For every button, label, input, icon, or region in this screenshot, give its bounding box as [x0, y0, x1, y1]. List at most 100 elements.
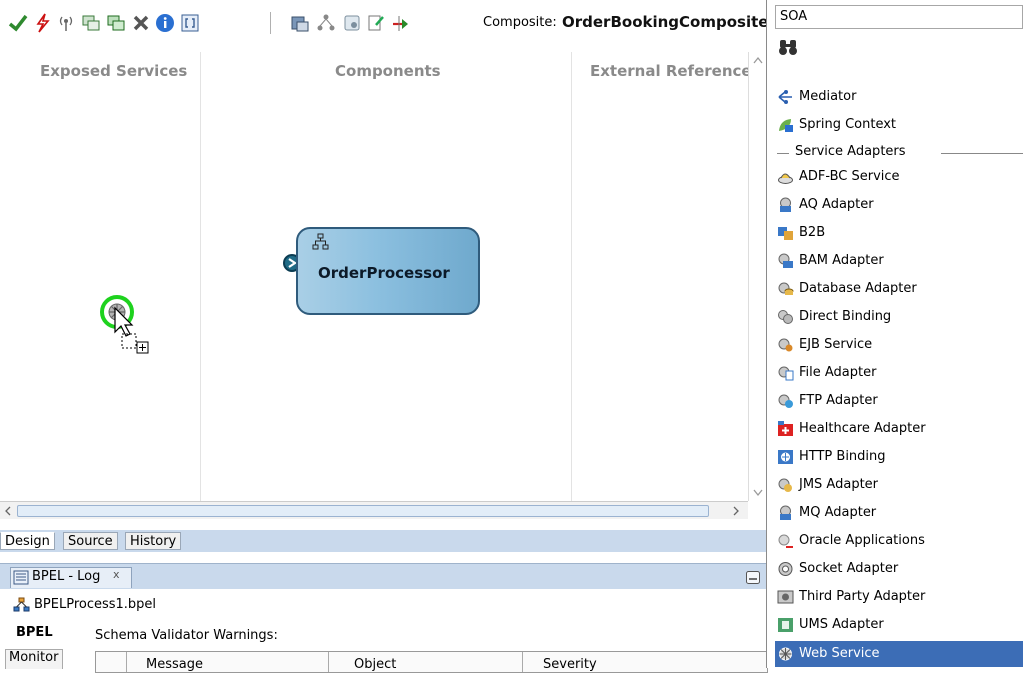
palette-item-label: BAM Adapter: [799, 253, 884, 268]
palette-item-file-adapter[interactable]: File Adapter: [775, 360, 1023, 386]
palette-item-http-binding[interactable]: HTTP Binding: [775, 444, 1023, 470]
log-tab-label: BPEL - Log: [32, 569, 101, 584]
mq-adapter-icon: [780, 505, 791, 520]
column-divider: [522, 652, 523, 672]
palette-item-mediator[interactable]: Mediator: [775, 84, 1023, 110]
palette-item-label: B2B: [799, 225, 826, 240]
palette-item-ftp-adapter[interactable]: FTP Adapter: [775, 388, 1023, 414]
palette-item-label: MQ Adapter: [799, 505, 877, 520]
palette-item-direct-binding[interactable]: Direct Binding: [775, 304, 1023, 330]
order-processor-component[interactable]: OrderProcessor: [296, 227, 480, 315]
palette-item-label: JMS Adapter: [799, 477, 879, 492]
exposed-services-lane-header: Exposed Services: [40, 62, 188, 80]
tab-source[interactable]: Source: [63, 532, 118, 550]
editor-view-tabs: Design Source History: [0, 530, 766, 552]
tab-design[interactable]: Design: [0, 532, 55, 550]
validate-check-icon[interactable]: [8, 13, 28, 33]
tab-bpel-log[interactable]: BPEL - Log x: [10, 567, 132, 588]
aq-adapter-icon: [780, 197, 791, 212]
palette-item-label: File Adapter: [799, 365, 877, 380]
section-label: Service Adapters: [795, 144, 906, 159]
palette-item-database-adapter[interactable]: Database Adapter: [775, 276, 1023, 302]
warnings-table-header: Message Object Severity: [95, 651, 768, 673]
database-icon[interactable]: [342, 13, 362, 33]
source-brackets-icon[interactable]: [180, 13, 200, 33]
scroll-thumb[interactable]: [17, 505, 709, 517]
scroll-up-icon[interactable]: [752, 55, 764, 65]
palette-item-label: HTTP Binding: [799, 449, 886, 464]
external-references-lane-header: External References: [590, 62, 748, 80]
palette-category-select[interactable]: SOA: [775, 5, 1023, 29]
designer-toolbar: Composite: OrderBookingComposite: [0, 0, 769, 44]
remove-component-icon[interactable]: [106, 13, 126, 33]
canvas-horizontal-scrollbar[interactable]: [0, 501, 748, 519]
palette-item-label: Third Party Adapter: [799, 589, 926, 604]
scroll-down-icon[interactable]: [752, 488, 764, 498]
tab-history[interactable]: History: [125, 532, 182, 550]
minimize-icon[interactable]: [746, 571, 760, 584]
test-tree-icon[interactable]: [316, 13, 336, 33]
info-icon[interactable]: [155, 13, 175, 33]
palette-item-spring-context[interactable]: Spring Context: [775, 112, 1023, 138]
palette-item-third-party-adapter[interactable]: Third Party Adapter: [775, 584, 1023, 610]
side-tab-monitor[interactable]: Monitor: [5, 649, 63, 669]
dragged-web-service-icon[interactable]: [97, 294, 161, 356]
composite-name: OrderBookingComposite: [562, 13, 769, 31]
row-header-cell: [96, 652, 127, 672]
process-file-name: BPELProcess1.bpel: [34, 597, 157, 612]
third-party-adapter-icon: [777, 590, 794, 604]
palette-item-web-service[interactable]: Web Service: [775, 641, 1023, 667]
palette-item-label: FTP Adapter: [799, 393, 878, 408]
warnings-label: Schema Validator Warnings:: [95, 628, 278, 643]
palette-item-mq-adapter[interactable]: MQ Adapter: [775, 500, 1023, 526]
oracle-applications-icon: [778, 534, 793, 548]
palette-item-healthcare-adapter[interactable]: Healthcare Adapter: [775, 416, 1023, 442]
wire-arrow-icon[interactable]: [391, 13, 411, 33]
palette-item-oracle-applications[interactable]: Oracle Applications: [775, 528, 1023, 554]
palette-item-label: Direct Binding: [799, 309, 892, 324]
binoculars-search-icon[interactable]: [778, 38, 798, 56]
log-icon: [13, 570, 29, 585]
delete-icon[interactable]: [131, 13, 151, 33]
palette-item-label: Socket Adapter: [799, 561, 899, 576]
palette-item-adf-bc-service[interactable]: ADF-BC Service: [775, 164, 1023, 190]
palette-item-label: Mediator: [799, 89, 857, 104]
scroll-right-icon[interactable]: [731, 505, 741, 517]
side-tab-bpel[interactable]: BPEL: [16, 625, 53, 640]
canvas-vertical-scrollbar[interactable]: [748, 52, 767, 501]
palette-item-label: Web Service: [799, 646, 880, 661]
palette-item-label: UMS Adapter: [799, 617, 884, 632]
bpel-process-icon: [13, 597, 30, 612]
palette-item-jms-adapter[interactable]: JMS Adapter: [775, 472, 1023, 498]
palette-item-label: Healthcare Adapter: [799, 421, 926, 436]
palette-item-bam-adapter[interactable]: BAM Adapter: [775, 248, 1023, 274]
palette-item-ums-adapter[interactable]: UMS Adapter: [775, 612, 1023, 638]
database-adapter-icon: [778, 282, 794, 295]
deploy-icon[interactable]: [290, 13, 310, 33]
web-service-icon: [779, 647, 792, 661]
column-severity[interactable]: Severity: [543, 657, 597, 672]
http-binding-icon: [778, 450, 793, 464]
close-tab-icon[interactable]: x: [113, 568, 120, 581]
palette-item-label: Oracle Applications: [799, 533, 925, 548]
column-message[interactable]: Message: [146, 657, 203, 672]
palette-item-label: EJB Service: [799, 337, 873, 352]
palette-item-label: Spring Context: [799, 117, 897, 132]
edit-document-icon[interactable]: [366, 13, 386, 33]
ejb-service-icon: [778, 338, 793, 352]
socket-adapter-icon: [778, 562, 793, 576]
palette-item-aq-adapter[interactable]: AQ Adapter: [775, 192, 1023, 218]
palette-item-socket-adapter[interactable]: Socket Adapter: [775, 556, 1023, 582]
palette-category-value: SOA: [780, 9, 808, 24]
broadcast-icon[interactable]: [56, 13, 76, 33]
wire-lightning-icon[interactable]: [33, 13, 53, 33]
palette-item-label: ADF-BC Service: [799, 169, 900, 184]
healthcare-adapter-icon: [778, 421, 793, 436]
palette-item-b2b[interactable]: B2B: [775, 220, 1023, 246]
palette-item-ejb-service[interactable]: EJB Service: [775, 332, 1023, 358]
spring-leaf-icon: [779, 119, 793, 132]
add-component-icon[interactable]: [81, 13, 101, 33]
scroll-left-icon[interactable]: [3, 505, 13, 517]
column-object[interactable]: Object: [354, 657, 396, 672]
ums-adapter-icon: [778, 618, 793, 632]
